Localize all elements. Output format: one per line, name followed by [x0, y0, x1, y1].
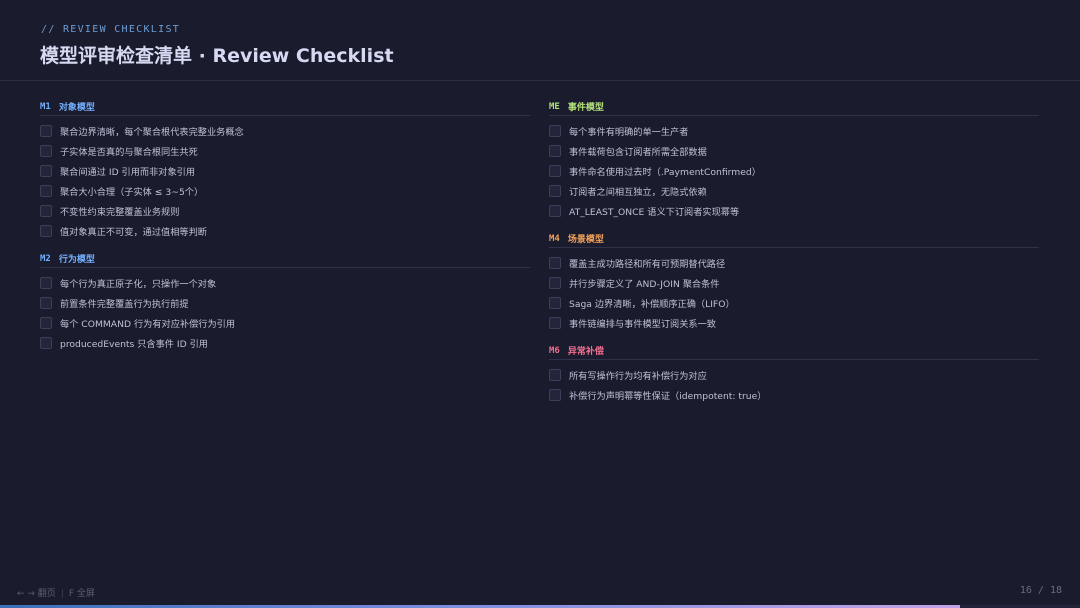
checklist-item-label: 补偿行为声明幂等性保证（idempotent: true） [569, 391, 767, 402]
section-header-me: ME 事件模型 [549, 98, 1039, 116]
section-header-m2: M2 行为模型 [40, 250, 530, 268]
section-code: M2 [40, 253, 51, 264]
right-column: ME 事件模型每个事件有明确的单一生产者事件载荷包含订阅者所需全部数据事件命名使用… [549, 98, 1039, 405]
checklist-item-label: 覆盖主成功路径和所有可预期替代路径 [569, 259, 726, 270]
section-code: M1 [40, 101, 51, 112]
checkbox[interactable] [40, 185, 52, 197]
checkbox[interactable] [549, 165, 561, 177]
checkbox[interactable] [549, 125, 561, 137]
checklist-item[interactable]: 值对象真正不可变，通过值相等判断 [40, 221, 530, 241]
checklist-item[interactable]: AT_LEAST_ONCE 语义下订阅者实现幂等 [549, 201, 1039, 221]
checkbox[interactable] [549, 297, 561, 309]
checkbox[interactable] [40, 205, 52, 217]
checklist-item-label: 聚合边界清晰，每个聚合根代表完整业务概念 [60, 127, 244, 138]
checklist-item-label: 前置条件完整覆盖行为执行前提 [60, 299, 189, 310]
checkbox[interactable] [549, 389, 561, 401]
section-header-m1: M1 对象模型 [40, 98, 530, 116]
section-title: 场景模型 [567, 235, 604, 245]
checkbox[interactable] [40, 277, 52, 289]
checklist-item-label: 每个 COMMAND 行为有对应补偿行为引用 [60, 319, 236, 330]
checklist-item-label: 不变性约束完整覆盖业务规则 [60, 207, 180, 218]
checkbox[interactable] [40, 337, 52, 349]
checkbox[interactable] [40, 165, 52, 177]
fullscreen-hint: F 全屏 [68, 589, 95, 599]
checklist-item-label: 并行步骤定义了 AND-JOIN 聚合条件 [569, 279, 720, 290]
checklist-item-label: 聚合大小合理（子实体 ≤ 3~5个） [60, 187, 204, 198]
checklist-item-label: 值对象真正不可变，通过值相等判断 [60, 227, 207, 238]
checkbox[interactable] [549, 257, 561, 269]
checkbox[interactable] [549, 317, 561, 329]
checklist-item[interactable]: Saga 边界清晰，补偿顺序正确（LIFO） [549, 293, 1039, 313]
checklist-item-label: 子实体是否真的与聚合根同生共死 [60, 147, 198, 158]
section-title: 对象模型 [58, 103, 95, 113]
checkbox[interactable] [549, 145, 561, 157]
checklist-item[interactable]: 所有写操作行为均有补偿行为对应 [549, 365, 1039, 385]
checklist-item-label: 事件链编排与事件模型订阅关系一致 [569, 319, 716, 330]
left-column: M1 对象模型聚合边界清晰，每个聚合根代表完整业务概念 子实体是否真的与聚合根同生共… [40, 98, 530, 353]
checklist-item-label: producedEvents 只含事件 ID 引用 [60, 339, 208, 350]
checklist-item-label: AT_LEAST_ONCE 语义下订阅者实现幂等 [569, 207, 740, 218]
checklist-item[interactable]: 补偿行为声明幂等性保证（idempotent: true） [549, 385, 1039, 405]
checklist-item-label: 每个行为真正原子化，只操作一个对象 [60, 279, 217, 290]
checklist-item[interactable]: 事件载荷包含订阅者所需全部数据 [549, 141, 1039, 161]
checklist-item[interactable]: 子实体是否真的与聚合根同生共死 [40, 141, 530, 161]
checklist-item[interactable]: 每个事件有明确的单一生产者 [549, 121, 1039, 141]
checkbox[interactable] [549, 277, 561, 289]
page-title: 模型评审检查清单 · Review Checklist [40, 45, 394, 67]
section-code: ME [549, 101, 560, 112]
checkbox[interactable] [549, 369, 561, 381]
section-header-m6: M6 异常补偿 [549, 342, 1039, 360]
checklist-item[interactable]: 聚合大小合理（子实体 ≤ 3~5个） [40, 181, 530, 201]
checklist-item[interactable]: producedEvents 只含事件 ID 引用 [40, 333, 530, 353]
checkbox[interactable] [40, 125, 52, 137]
section-code: M4 [549, 233, 560, 244]
checklist-item-label: 事件载荷包含订阅者所需全部数据 [569, 147, 707, 158]
checklist-item[interactable]: 聚合间通过 ID 引用而非对象引用 [40, 161, 530, 181]
checklist-item-label: Saga 边界清晰，补偿顺序正确（LIFO） [569, 299, 735, 310]
checklist-item[interactable]: 事件链编排与事件模型订阅关系一致 [549, 313, 1039, 333]
checklist-item-label: 订阅者之间相互独立，无隐式依赖 [569, 187, 707, 198]
checklist-item[interactable]: 前置条件完整覆盖行为执行前提 [40, 293, 530, 313]
checkbox[interactable] [549, 205, 561, 217]
checkbox[interactable] [40, 145, 52, 157]
section-title: 行为模型 [58, 255, 95, 265]
slide-header: // REVIEW CHECKLIST 模型评审检查清单 · Review Ch… [0, 0, 1080, 81]
checklist-item[interactable]: 不变性约束完整覆盖业务规则 [40, 201, 530, 221]
checklist-item-label: 每个事件有明确的单一生产者 [569, 127, 689, 138]
nav-hint: ← → 翻页 [17, 589, 56, 599]
hint-divider: | [60, 589, 64, 599]
checklist-item[interactable]: 并行步骤定义了 AND-JOIN 聚合条件 [549, 273, 1039, 293]
keyboard-hints: ← → 翻页 | F 全屏 [17, 586, 95, 599]
checklist-item[interactable]: 事件命名使用过去时（.PaymentConfirmed） [549, 161, 1039, 181]
checklist-item[interactable]: 聚合边界清晰，每个聚合根代表完整业务概念 [40, 121, 530, 141]
checklist-item[interactable]: 每个行为真正原子化，只操作一个对象 [40, 273, 530, 293]
checklist-item-label: 事件命名使用过去时（.PaymentConfirmed） [569, 167, 761, 178]
checklist-item[interactable]: 每个 COMMAND 行为有对应补偿行为引用 [40, 313, 530, 333]
section-title: 异常补偿 [567, 347, 604, 357]
section-title: 事件模型 [567, 103, 604, 113]
checklist-item[interactable]: 覆盖主成功路径和所有可预期替代路径 [549, 253, 1039, 273]
eyebrow-label: // REVIEW CHECKLIST [41, 24, 181, 35]
checklist-item-label: 所有写操作行为均有补偿行为对应 [569, 371, 707, 382]
section-header-m4: M4 场景模型 [549, 230, 1039, 248]
checklist-item-label: 聚合间通过 ID 引用而非对象引用 [60, 167, 196, 178]
checkbox[interactable] [549, 185, 561, 197]
checkbox[interactable] [40, 225, 52, 237]
checkbox[interactable] [40, 297, 52, 309]
page-counter: 16 / 18 [1019, 585, 1062, 596]
section-code: M6 [549, 345, 560, 356]
checklist-item[interactable]: 订阅者之间相互独立，无隐式依赖 [549, 181, 1039, 201]
checkbox[interactable] [40, 317, 52, 329]
